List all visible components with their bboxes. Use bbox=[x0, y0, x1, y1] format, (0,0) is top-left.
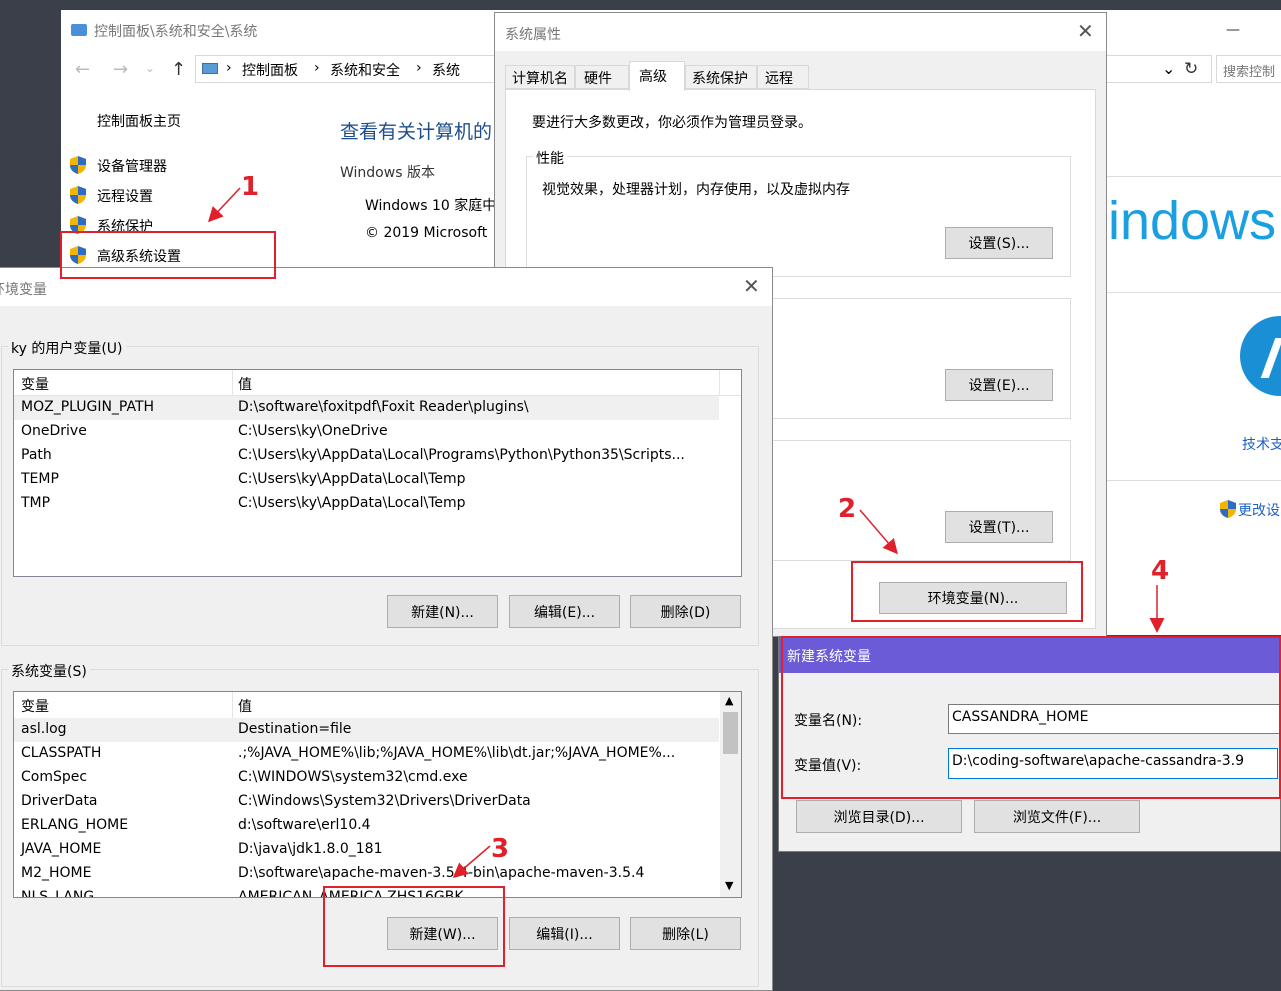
arrow-2 bbox=[859, 509, 898, 555]
arrow-3 bbox=[452, 845, 491, 878]
arrow-1 bbox=[207, 187, 241, 223]
tab-advanced[interactable]: 高级 bbox=[629, 61, 685, 91]
tab-label: 高级 bbox=[639, 69, 667, 85]
annotation-arrows bbox=[207, 187, 1165, 878]
